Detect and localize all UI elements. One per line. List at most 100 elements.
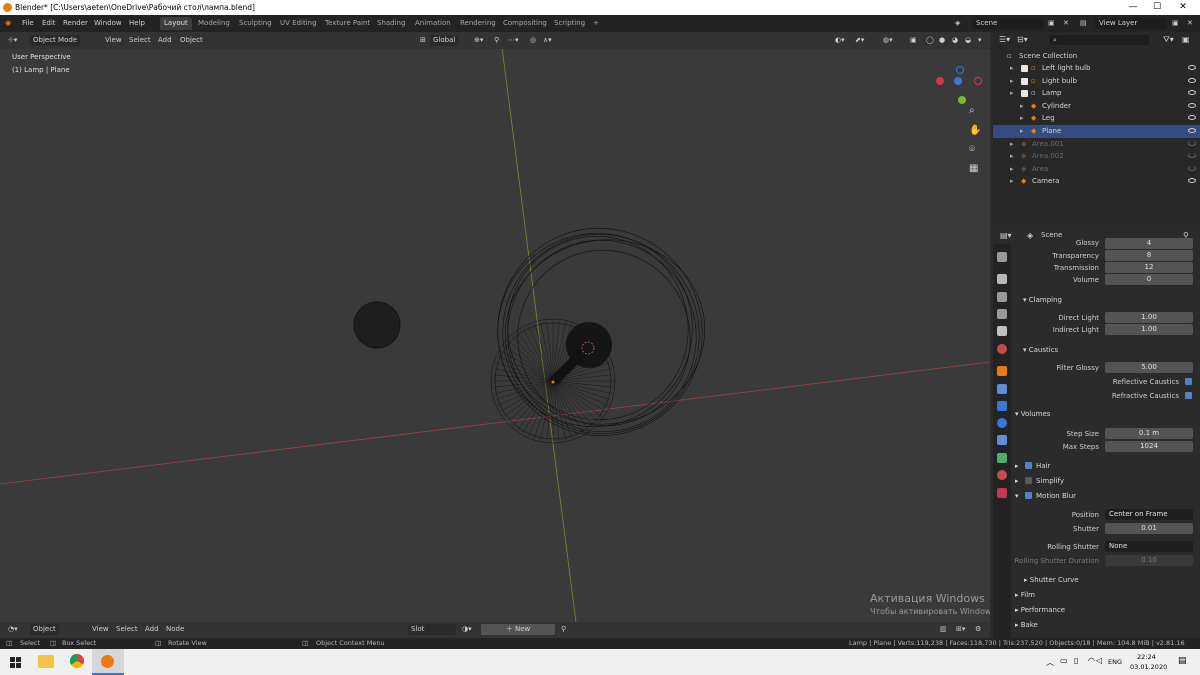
expand-arrow-icon[interactable]: ▸ bbox=[1010, 75, 1014, 87]
tray-chevron-icon[interactable]: ︿ bbox=[1046, 657, 1054, 668]
expand-arrow-icon[interactable]: ▸ bbox=[1010, 175, 1014, 187]
new-material-button[interactable]: ＋ New bbox=[481, 624, 555, 635]
outliner-row[interactable]: ▸ ◆ Area.001 bbox=[993, 138, 1200, 151]
scene-selector[interactable]: Scene bbox=[972, 18, 1044, 29]
eye-icon[interactable] bbox=[1188, 128, 1196, 133]
motion-blur-checkbox[interactable] bbox=[1025, 492, 1032, 499]
shutter-field[interactable]: 0.01 bbox=[1105, 523, 1193, 534]
tab-compositing[interactable]: Compositing bbox=[499, 17, 551, 30]
tab-shading[interactable]: Shading bbox=[373, 17, 409, 30]
delete-scene-icon[interactable]: ✕ bbox=[1063, 19, 1069, 27]
outliner-row[interactable]: ▸ ▫ Light bulb bbox=[993, 75, 1200, 88]
maximize-button[interactable]: ☐ bbox=[1150, 2, 1164, 13]
language-indicator[interactable]: ENG bbox=[1108, 658, 1122, 666]
view-layer-selector[interactable]: View Layer bbox=[1095, 18, 1167, 29]
blender-taskbar-button[interactable] bbox=[92, 649, 124, 675]
outliner-row[interactable]: ▸ ◆ Area.002 bbox=[993, 150, 1200, 163]
physics-tab-icon[interactable] bbox=[997, 418, 1007, 428]
expand-arrow-icon[interactable]: ▸ bbox=[1010, 138, 1014, 150]
menu-window[interactable]: Window bbox=[94, 19, 122, 27]
tab-modeling[interactable]: Modeling bbox=[194, 17, 234, 30]
expand-arrow-icon[interactable]: ▸ bbox=[1020, 100, 1024, 112]
file-explorer-icon[interactable] bbox=[38, 655, 54, 668]
eye-closed-icon[interactable] bbox=[1188, 153, 1196, 159]
eye-closed-icon[interactable] bbox=[1188, 140, 1196, 146]
scene-tab-icon[interactable] bbox=[997, 326, 1007, 336]
exclude-checkbox[interactable] bbox=[1021, 77, 1028, 85]
tab-scripting[interactable]: Scripting bbox=[550, 17, 589, 30]
gizmo-z-neg[interactable] bbox=[956, 66, 964, 74]
outliner-row[interactable]: ▸ ◆ Cylinder bbox=[993, 100, 1200, 113]
film-section[interactable]: ▸ Film bbox=[1015, 591, 1035, 599]
glossy-field[interactable]: 4 bbox=[1105, 238, 1193, 249]
pan-hand-icon[interactable]: ✋ bbox=[969, 125, 981, 136]
network-icon[interactable]: ▭ bbox=[1060, 656, 1068, 665]
motion-blur-label[interactable]: Motion Blur bbox=[1036, 492, 1076, 500]
tab-rendering[interactable]: Rendering bbox=[456, 17, 500, 30]
outliner-row[interactable]: ▸ ◆ Plane bbox=[993, 125, 1200, 138]
eye-icon[interactable] bbox=[1188, 65, 1196, 70]
bake-section[interactable]: ▸ Bake bbox=[1015, 621, 1038, 629]
wifi-icon[interactable]: ◠ bbox=[1088, 656, 1095, 665]
hair-section-arrow[interactable]: ▸ bbox=[1015, 462, 1019, 470]
shutter-curve-section[interactable]: ▸ Shutter Curve bbox=[1024, 576, 1079, 584]
outliner-row[interactable]: ▸ ◆ Camera bbox=[993, 175, 1200, 188]
direct-light-field[interactable]: 1.00 bbox=[1105, 312, 1193, 323]
editor-type-icon[interactable]: ⊹▾ bbox=[8, 36, 17, 44]
viewport-menu-view[interactable]: View bbox=[105, 36, 122, 44]
eye-icon[interactable] bbox=[1188, 90, 1196, 96]
world-tab-icon[interactable] bbox=[997, 344, 1007, 354]
volume-icon[interactable]: ◁ bbox=[1096, 656, 1102, 665]
particles-tab-icon[interactable] bbox=[997, 401, 1007, 411]
slot-dropdown[interactable]: Slot bbox=[408, 624, 456, 635]
transparency-field[interactable]: 8 bbox=[1105, 250, 1193, 261]
shader-pin-icon[interactable]: ⚲ bbox=[561, 625, 566, 633]
falloff-icon[interactable]: ∧▾ bbox=[543, 36, 552, 44]
zoom-icon[interactable]: ⌕ bbox=[969, 105, 975, 116]
outliner-scene-collection[interactable]: ▫ Scene Collection bbox=[993, 50, 1200, 63]
eye-icon[interactable] bbox=[1188, 115, 1196, 121]
exclude-checkbox[interactable] bbox=[1021, 90, 1028, 98]
menu-help[interactable]: Help bbox=[129, 19, 145, 27]
refractive-caustics-checkbox[interactable] bbox=[1185, 392, 1192, 399]
rendered-shading-icon[interactable]: ◒ bbox=[965, 36, 971, 44]
outliner-row[interactable]: ▸ ▫ Left light bulb bbox=[993, 62, 1200, 75]
eye-icon[interactable] bbox=[1188, 102, 1196, 108]
texture-tab-icon[interactable] bbox=[997, 488, 1007, 498]
expand-arrow-icon[interactable]: ▸ bbox=[1010, 62, 1014, 74]
outliner-row[interactable]: ▸ ◆ Leg bbox=[993, 112, 1200, 125]
solid-shading-icon[interactable]: ● bbox=[939, 36, 945, 44]
shader-editor-type-icon[interactable]: ◔▾ bbox=[8, 625, 18, 633]
object-mode-dropdown[interactable]: Object Mode bbox=[30, 35, 81, 46]
navigation-gizmo[interactable] bbox=[934, 66, 990, 134]
clamping-section[interactable]: ▾ Clamping bbox=[1023, 296, 1062, 304]
tab-texture-paint[interactable]: Texture Paint bbox=[321, 17, 374, 30]
hair-checkbox[interactable] bbox=[1025, 462, 1032, 469]
transform-orientation-icon[interactable]: ⊞ bbox=[420, 36, 426, 44]
clock-date[interactable]: 03.01.2020 bbox=[1130, 663, 1167, 671]
minimize-button[interactable]: — bbox=[1126, 2, 1140, 13]
expand-arrow-icon[interactable]: ▸ bbox=[1010, 150, 1014, 162]
tab-sculpting[interactable]: Sculpting bbox=[235, 17, 276, 30]
performance-section[interactable]: ▸ Performance bbox=[1015, 606, 1065, 614]
output-tab-icon[interactable] bbox=[997, 292, 1007, 302]
tab-animation[interactable]: Animation bbox=[411, 17, 455, 30]
shader-menu-select[interactable]: Select bbox=[116, 625, 138, 633]
snap-type-icon[interactable]: ⋯▾ bbox=[508, 36, 519, 44]
exclude-checkbox[interactable] bbox=[1021, 65, 1028, 72]
snap-icon[interactable]: ⚲ bbox=[494, 36, 499, 44]
tab-layout[interactable]: Layout bbox=[160, 17, 192, 30]
viewport-menu-add[interactable]: Add bbox=[158, 36, 172, 44]
eye-icon[interactable] bbox=[1188, 77, 1196, 83]
blender-menu-icon[interactable]: ◉ bbox=[5, 19, 11, 27]
outliner-editor-icon[interactable]: ☰▾ bbox=[999, 35, 1010, 44]
constraints-tab-icon[interactable] bbox=[997, 435, 1007, 445]
outliner-row[interactable]: ▸ ◆ Area bbox=[993, 163, 1200, 176]
shader-menu-node[interactable]: Node bbox=[166, 625, 184, 633]
filter-icon[interactable]: ⛛▾ bbox=[1163, 35, 1174, 45]
grid-view-icon[interactable]: ▦ bbox=[969, 163, 978, 174]
render-tab-icon[interactable] bbox=[997, 274, 1007, 284]
gizmo-toggle-icon[interactable]: ⬈▾ bbox=[855, 36, 864, 44]
max-steps-field[interactable]: 1024 bbox=[1105, 441, 1193, 452]
menu-render[interactable]: Render bbox=[63, 19, 88, 27]
